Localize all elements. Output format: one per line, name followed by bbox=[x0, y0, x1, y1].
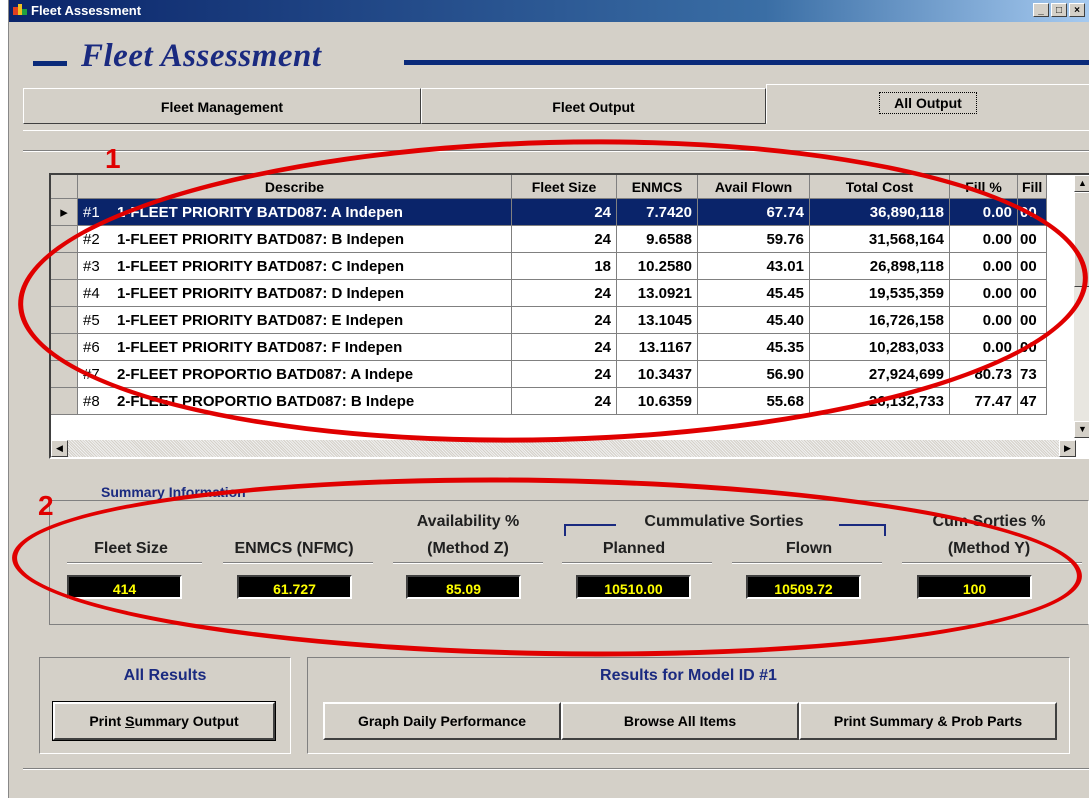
scroll-down-icon[interactable]: ▼ bbox=[1074, 421, 1089, 438]
tab-fleet-output[interactable]: Fleet Output bbox=[421, 88, 766, 124]
header-rule bbox=[404, 60, 1089, 65]
tab-strip: Fleet Management Fleet Output All Output bbox=[23, 84, 1089, 130]
header-dash bbox=[33, 61, 67, 66]
cell-fill-pct[interactable]: 77.47 bbox=[949, 387, 1018, 415]
btn-label-pre: Print bbox=[89, 713, 126, 729]
app-icon bbox=[13, 4, 27, 15]
status-bar bbox=[23, 768, 1089, 770]
all-results-title: All Results bbox=[123, 667, 207, 684]
row-indicator[interactable] bbox=[51, 387, 78, 415]
cell-fill[interactable]: 47 bbox=[1017, 387, 1048, 415]
maximize-button[interactable]: □ bbox=[1051, 3, 1067, 17]
annotation-number-2: 2 bbox=[38, 490, 54, 521]
browse-all-items-button[interactable]: Browse All Items bbox=[561, 702, 799, 740]
cell-fill[interactable]: 73 bbox=[1017, 360, 1048, 388]
model-results-title: Results for Model ID #1 bbox=[600, 667, 777, 684]
minimize-button[interactable]: _ bbox=[1033, 3, 1049, 17]
current-row-pointer-icon[interactable]: ▸ bbox=[51, 198, 78, 226]
tab-label: Fleet Output bbox=[552, 99, 635, 115]
title-bar[interactable]: Fleet Assessment _ □ × bbox=[9, 0, 1089, 22]
annotation-number-1: 1 bbox=[105, 143, 121, 174]
tab-all-output[interactable]: All Output bbox=[766, 84, 1089, 124]
col-header-fill[interactable]: Fill bbox=[1017, 175, 1048, 199]
tab-label: Fleet Management bbox=[160, 99, 284, 115]
graph-daily-performance-button[interactable]: Graph Daily Performance bbox=[323, 702, 561, 740]
close-button[interactable]: × bbox=[1069, 3, 1085, 17]
scroll-up-icon[interactable]: ▲ bbox=[1074, 175, 1089, 192]
horizontal-scrollbar[interactable]: ◀ ▶ bbox=[51, 440, 1076, 457]
row-indicator-header bbox=[51, 175, 78, 199]
btn-label-post: ummary Output bbox=[134, 713, 239, 729]
tab-baseline bbox=[23, 130, 1089, 131]
print-summary-output-button[interactable]: Print Summary Output bbox=[52, 701, 276, 741]
window-title: Fleet Assessment bbox=[31, 3, 142, 18]
scroll-right-icon[interactable]: ▶ bbox=[1059, 440, 1076, 457]
tab-label: All Output bbox=[879, 92, 977, 114]
print-summary-prob-parts-button[interactable]: Print Summary & Prob Parts bbox=[799, 702, 1057, 740]
tab-fleet-management[interactable]: Fleet Management bbox=[23, 88, 421, 124]
row-id: #8 bbox=[83, 392, 100, 410]
scroll-left-icon[interactable]: ◀ bbox=[51, 440, 68, 457]
page-title: Fleet Assessment bbox=[81, 38, 322, 74]
